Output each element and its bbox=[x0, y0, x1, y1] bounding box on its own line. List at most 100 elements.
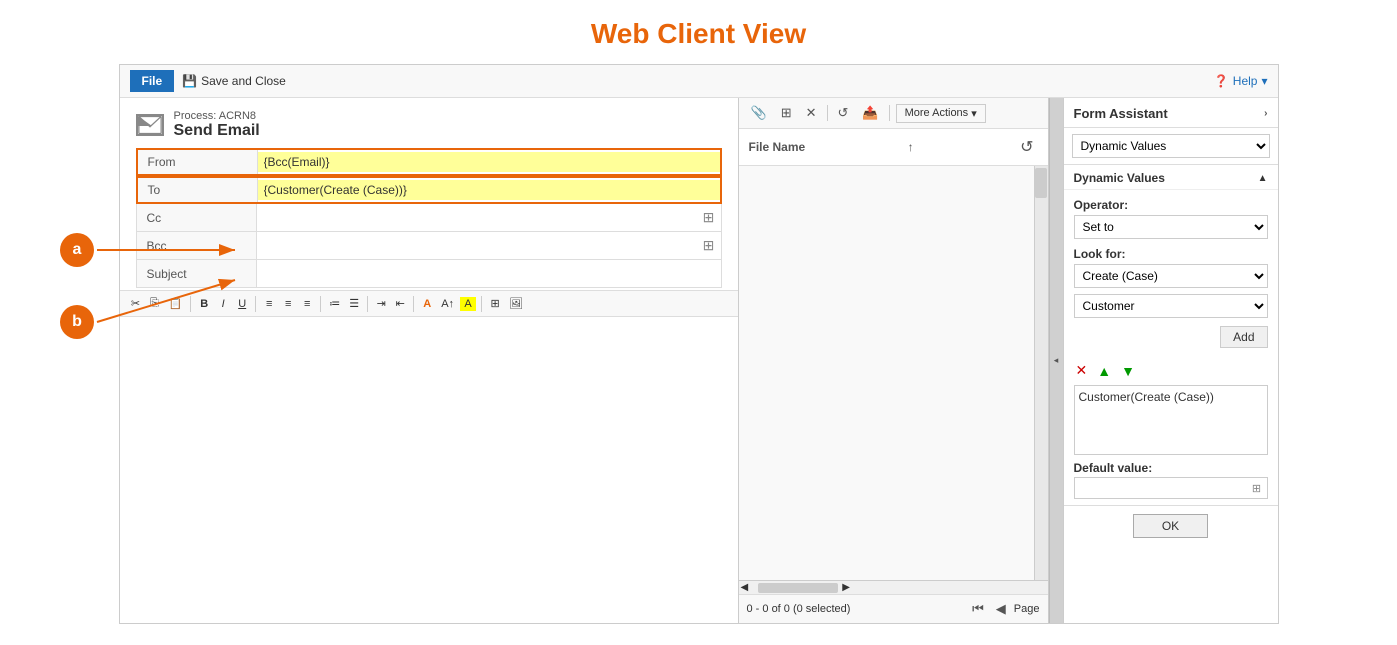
toolbar-left: File 💾 Save and Close bbox=[130, 70, 286, 92]
page-title: Web Client View bbox=[0, 0, 1397, 64]
bcc-input[interactable] bbox=[257, 236, 699, 256]
attach-export-button[interactable]: 📤 bbox=[858, 103, 882, 123]
process-subtitle: Process: ACRN8 bbox=[174, 110, 260, 122]
subject-input[interactable] bbox=[257, 264, 721, 284]
fa-type-dropdown[interactable]: Dynamic Values bbox=[1072, 134, 1270, 158]
save-icon: 💾 bbox=[182, 74, 197, 88]
fa-ok-button[interactable]: OK bbox=[1133, 514, 1208, 538]
bcc-lookup-icon[interactable]: ⊞ bbox=[699, 236, 719, 256]
sep1 bbox=[190, 296, 191, 312]
fa-operator-label: Operator: bbox=[1074, 198, 1268, 212]
file-button[interactable]: File bbox=[130, 70, 175, 92]
unordered-list-button[interactable]: ☰ bbox=[346, 295, 362, 312]
align-center-button[interactable]: ≡ bbox=[280, 296, 296, 312]
file-name-sort-icon[interactable]: ↑ bbox=[908, 140, 914, 154]
file-refresh-button[interactable]: ↺ bbox=[1016, 135, 1037, 159]
from-field-row: From bbox=[136, 148, 722, 176]
more-actions-chevron: ▾ bbox=[971, 107, 977, 120]
fa-up-button[interactable]: ▲ bbox=[1095, 361, 1113, 381]
fa-list-box[interactable]: Customer(Create (Case)) bbox=[1074, 385, 1268, 455]
page-label: Page bbox=[1014, 603, 1040, 615]
scrollbar-thumb[interactable] bbox=[1035, 168, 1047, 198]
fa-delete-button[interactable]: ✕ bbox=[1074, 360, 1090, 381]
collapse-handle[interactable]: ◂ bbox=[1049, 98, 1063, 623]
cc-lookup-icon[interactable]: ⊞ bbox=[699, 208, 719, 228]
attach-delete-button[interactable]: ✕ bbox=[802, 103, 821, 123]
fa-expand-icon[interactable]: › bbox=[1264, 108, 1267, 119]
fa-default-input[interactable] bbox=[1075, 478, 1247, 498]
cut-button[interactable]: ✂ bbox=[128, 295, 144, 312]
process-header: Process: ACRN8 Send Email bbox=[120, 98, 738, 148]
attach-button[interactable]: 📎 bbox=[747, 103, 771, 123]
fa-header: Form Assistant › bbox=[1064, 98, 1278, 128]
first-page-button[interactable]: ⏮ bbox=[968, 599, 988, 619]
help-label[interactable]: Help bbox=[1233, 74, 1258, 88]
email-form-section: Process: ACRN8 Send Email From bbox=[120, 98, 739, 623]
fa-add-button[interactable]: Add bbox=[1220, 326, 1267, 348]
fa-operator-group: Operator: Set to bbox=[1074, 198, 1268, 239]
font-color-button[interactable]: A bbox=[419, 296, 435, 312]
fa-lookfor-group: Look for: Create (Case) Customer bbox=[1074, 247, 1268, 318]
sep6 bbox=[481, 296, 482, 312]
sep4 bbox=[367, 296, 368, 312]
h-scroll-thumb[interactable] bbox=[758, 583, 838, 593]
pagination-bar: 0 - 0 of 0 (0 selected) ⏮ ◀ Page bbox=[739, 594, 1048, 623]
horizontal-scrollbar[interactable]: ◀ ▶ bbox=[739, 580, 1048, 594]
save-close-button[interactable]: 💾 Save and Close bbox=[182, 74, 286, 88]
bcc-label: Bcc bbox=[137, 232, 257, 259]
form-fields: From To bbox=[120, 148, 738, 288]
scroll-container bbox=[739, 166, 1048, 580]
cc-input[interactable] bbox=[257, 208, 699, 228]
insert-table-button[interactable]: ⊞ bbox=[487, 295, 503, 312]
attach-refresh-button[interactable]: ↺ bbox=[834, 103, 853, 123]
fa-lookfor-label: Look for: bbox=[1074, 247, 1268, 261]
copy-button[interactable]: ⎘ bbox=[147, 295, 163, 312]
sep2 bbox=[255, 296, 256, 312]
fa-section-caret[interactable]: ▲ bbox=[1258, 173, 1268, 184]
indent-button[interactable]: ⇥ bbox=[373, 295, 389, 312]
attachments-panel: 📎 ⊞ ✕ ↺ 📤 More Actions ▾ bbox=[739, 98, 1049, 623]
font-bg-button[interactable]: A bbox=[460, 297, 476, 311]
fa-lookfor-select2[interactable]: Customer bbox=[1074, 294, 1268, 318]
to-input[interactable] bbox=[258, 180, 720, 200]
align-left-button[interactable]: ≡ bbox=[261, 296, 277, 312]
more-actions-label: More Actions bbox=[905, 107, 969, 119]
fa-section-title: Dynamic Values ▲ bbox=[1064, 165, 1278, 190]
fa-body: Operator: Set to Look for: Create (Case) bbox=[1064, 190, 1278, 356]
fa-default-label: Default value: bbox=[1064, 455, 1278, 477]
h-scroll-left-btn[interactable]: ◀ bbox=[741, 582, 749, 593]
to-input-wrap bbox=[258, 180, 720, 200]
insert-image-button[interactable]: 🖼 bbox=[506, 295, 526, 312]
italic-button[interactable]: I bbox=[215, 296, 231, 312]
fa-default-lookup-icon[interactable]: ⊞ bbox=[1247, 478, 1267, 498]
paste-button[interactable]: 📋 bbox=[166, 295, 186, 312]
process-title: Process: ACRN8 Send Email bbox=[174, 110, 260, 140]
prev-page-button[interactable]: ◀ bbox=[992, 599, 1010, 619]
ordered-list-button[interactable]: ≔ bbox=[326, 295, 343, 312]
font-size-up-button[interactable]: A↑ bbox=[438, 296, 457, 312]
fa-ok-row: OK bbox=[1064, 505, 1278, 546]
bold-button[interactable]: B bbox=[196, 296, 212, 312]
more-actions-button[interactable]: More Actions ▾ bbox=[896, 104, 986, 123]
from-input[interactable] bbox=[258, 152, 720, 172]
email-icon bbox=[136, 114, 164, 136]
fa-lookfor-select1[interactable]: Create (Case) bbox=[1074, 264, 1268, 288]
help-dropdown-icon[interactable]: ▾ bbox=[1261, 74, 1267, 88]
fa-title: Form Assistant bbox=[1074, 106, 1168, 121]
editor-area[interactable] bbox=[120, 317, 738, 623]
h-scroll-right-btn[interactable]: ▶ bbox=[842, 582, 850, 593]
fa-down-button[interactable]: ▼ bbox=[1119, 361, 1137, 381]
form-assistant-panel: Form Assistant › Dynamic Values Dynamic … bbox=[1063, 98, 1278, 623]
outdent-button[interactable]: ⇤ bbox=[392, 295, 408, 312]
underline-button[interactable]: U bbox=[234, 296, 250, 312]
vertical-scrollbar[interactable] bbox=[1034, 166, 1048, 580]
to-label: To bbox=[138, 178, 258, 202]
fa-add-btn-row: Add bbox=[1074, 326, 1268, 348]
richtext-toolbar: ✂ ⎘ 📋 B I U ≡ ≡ ≡ ≔ ☰ bbox=[120, 290, 738, 317]
fa-operator-select[interactable]: Set to bbox=[1074, 215, 1268, 239]
attach-grid-button[interactable]: ⊞ bbox=[777, 103, 796, 123]
file-name-label: File Name bbox=[749, 140, 806, 154]
align-right-button[interactable]: ≡ bbox=[299, 296, 315, 312]
file-list-area bbox=[739, 166, 1034, 580]
main-container: File 💾 Save and Close ❓ Help ▾ bbox=[119, 64, 1279, 624]
